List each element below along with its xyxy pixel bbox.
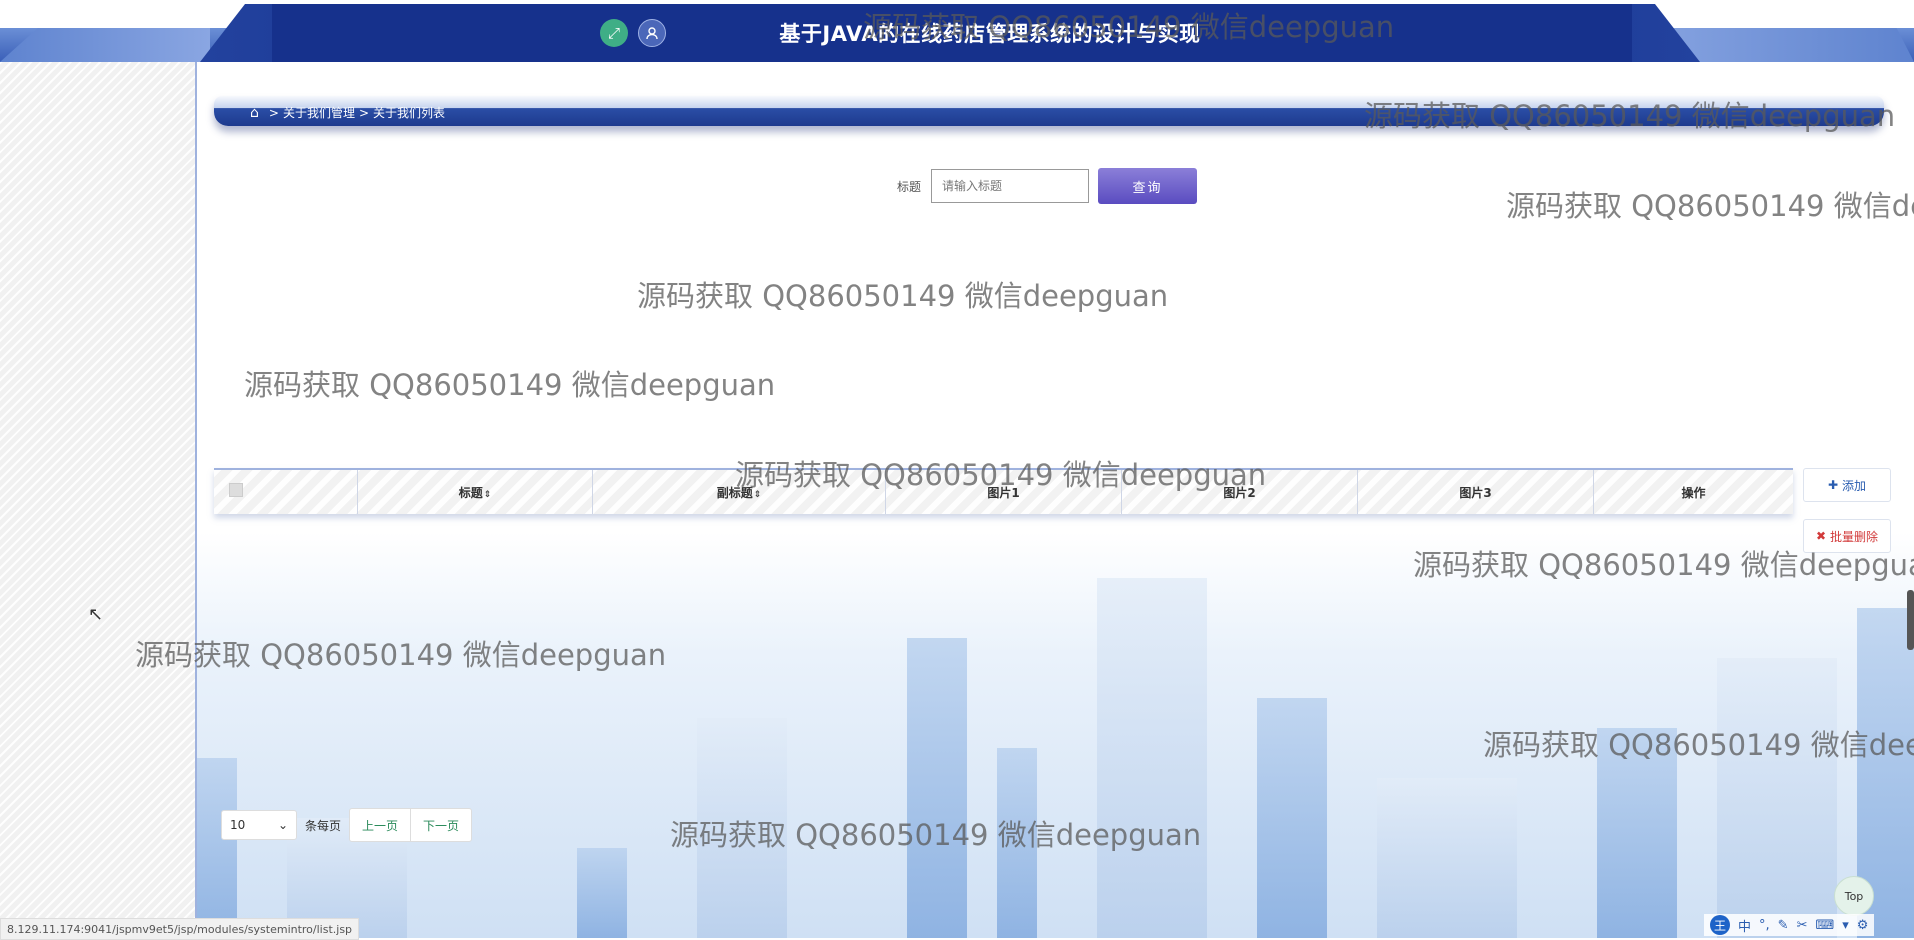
plus-icon: ✚ [1827,478,1839,492]
sort-icon: ⇕ [753,489,762,500]
title-search-input[interactable] [931,169,1090,203]
query-button[interactable]: 查询 [1098,168,1198,204]
per-page-label: 条每页 [305,818,342,833]
add-button[interactable]: ✚ 添加 [1803,468,1891,502]
mouse-cursor-icon: ↖ [88,604,104,625]
scissors-icon[interactable]: ✂ [1797,918,1808,933]
expand-icon[interactable]: ⤢ [600,19,628,47]
breadcrumb-item-list: 关于我们列表 [373,106,446,120]
chevron-down-icon: ⌄ [277,818,288,832]
sort-icon: ⇕ [483,489,492,500]
select-all-column [214,469,358,514]
column-actions: 操作 [1593,469,1793,514]
prev-page-button[interactable]: 上一页 [350,809,410,841]
batch-delete-button[interactable]: ✖ 批量删除 [1803,519,1891,553]
shirt-icon[interactable]: ▾ [1842,918,1849,933]
close-icon: ✖ [1815,529,1827,543]
column-subtitle[interactable]: 副标题⇕ [592,469,886,514]
pager-buttons: 上一页 下一页 [349,808,473,842]
home-icon[interactable]: ⌂ [250,105,259,121]
system-title: 基于JAVA的在线药店管理系统的设计与实现 [779,22,1201,46]
breadcrumb-separator: > [358,105,370,120]
pagination: 10 ⌄ 条每页 上一页 下一页 [217,808,473,842]
keyboard-icon[interactable]: ⌨ [1815,918,1834,933]
select-all-checkbox[interactable] [228,482,243,497]
page-size-select[interactable]: 10 ⌄ [221,810,297,840]
ime-punctuation-toggle[interactable]: °, [1759,918,1770,933]
breadcrumb-item-manage[interactable]: 关于我们管理 [283,104,355,121]
ime-toolbar: 王 中 °, ✎ ✂ ⌨ ▾ ⚙ [1704,914,1875,936]
ime-language-toggle[interactable]: 中 [1738,916,1751,935]
breadcrumb-bar: ⌂ > 关于我们管理 > 关于我们列表 [214,96,1884,126]
data-table: 标题⇕ 副标题⇕ 图片1 图片2 图片3 操作 [214,468,1793,514]
gear-icon[interactable]: ⚙ [1857,918,1869,933]
next-page-button[interactable]: 下一页 [410,809,471,841]
search-label: 标题 [897,179,922,194]
city-background [197,532,1914,938]
breadcrumb-separator: > [268,105,279,120]
column-image2: 图片2 [1121,469,1358,514]
column-title[interactable]: 标题⇕ [357,469,593,514]
top-header: ⤢ 基于JAVA的在线药店管理系统的设计与实现 [0,0,1914,62]
status-bar-url: 8.129.11.174:9041/jspmv9et5/jsp/modules/… [0,918,360,940]
search-form: 标题 查询 [897,168,1198,204]
back-to-top-button[interactable]: Top [1834,876,1874,916]
breadcrumb: ⌂ > 关于我们管理 > 关于我们列表 [250,104,445,121]
scrollbar-handle[interactable] [1907,590,1914,650]
table-header-row: 标题⇕ 副标题⇕ 图片1 图片2 图片3 操作 [214,469,1793,514]
column-image1: 图片1 [885,469,1122,514]
pen-icon[interactable]: ✎ [1778,918,1789,933]
user-icon[interactable] [638,19,666,47]
sidebar [0,62,197,938]
main-content: ⌂ > 关于我们管理 > 关于我们列表 标题 查询 标题⇕ 副标题⇕ [197,62,1914,938]
column-image3: 图片3 [1357,469,1594,514]
ime-logo-icon[interactable]: 王 [1710,915,1730,935]
